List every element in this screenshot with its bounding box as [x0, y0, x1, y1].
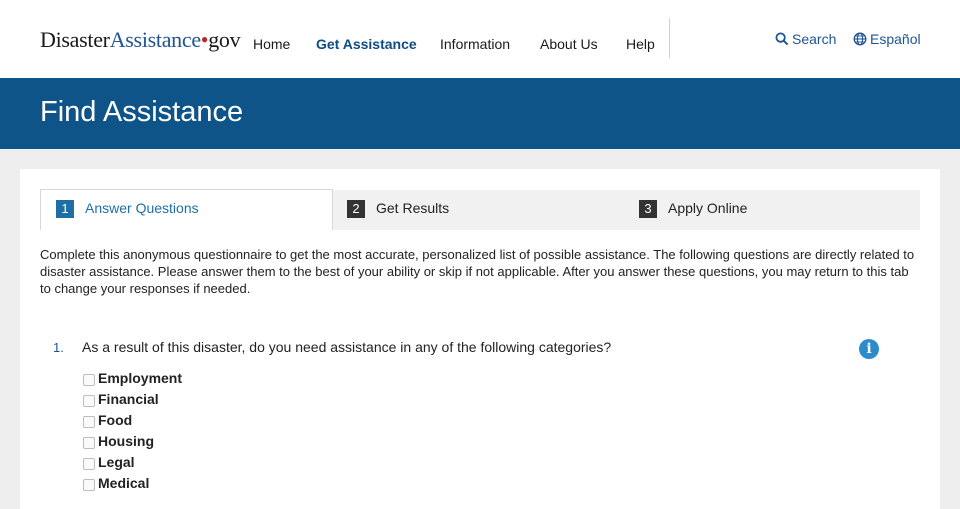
tab-number: 2 [347, 200, 365, 218]
nav-about-us[interactable]: About Us [540, 36, 598, 52]
tab-answer-questions[interactable]: 1 Answer Questions [40, 189, 333, 230]
search-label: Search [792, 31, 837, 47]
step-tabs: 1 Answer Questions 2 Get Results 3 Apply On… [40, 189, 920, 230]
checkbox[interactable] [83, 416, 95, 428]
tab-number: 3 [639, 200, 657, 218]
page-title: Find Assistance [40, 96, 244, 128]
search-link[interactable]: Search [775, 31, 836, 47]
tab-label: Get Results [376, 200, 450, 216]
site-logo[interactable]: DisasterAssistance•gov [40, 27, 241, 53]
site-header: DisasterAssistance•gov Home Get Assistan… [0, 0, 960, 78]
option-label: Employment [98, 370, 183, 386]
checkbox[interactable] [83, 479, 95, 491]
option-label: Legal [98, 454, 135, 470]
checkbox[interactable] [83, 458, 95, 470]
page-banner: Find Assistance [0, 78, 960, 149]
content-card: 1 Answer Questions 2 Get Results 3 Apply On… [20, 169, 940, 509]
globe-icon [853, 32, 867, 46]
tab-get-results[interactable]: 2 Get Results [333, 190, 626, 230]
option-label: Medical [98, 475, 150, 491]
option-label: Food [98, 412, 133, 428]
logo-text-disaster: Disaster [40, 27, 110, 52]
tab-number: 1 [56, 200, 74, 218]
option-label: Housing [98, 433, 154, 449]
logo-text-assistance: Assistance [109, 27, 201, 52]
nav-get-assistance[interactable]: Get Assistance [316, 36, 417, 52]
info-icon[interactable]: i [859, 339, 879, 359]
nav-help[interactable]: Help [626, 36, 655, 52]
nav-divider [669, 18, 670, 58]
question-number: 1. [53, 340, 64, 355]
tab-label: Apply Online [668, 200, 748, 216]
tab-apply-online[interactable]: 3 Apply Online [626, 190, 920, 230]
checkbox[interactable] [83, 437, 95, 449]
language-label: Español [870, 31, 921, 47]
nav-information[interactable]: Information [440, 36, 510, 52]
intro-text: Complete this anonymous questionnaire to… [40, 247, 915, 296]
question-text: As a result of this disaster, do you nee… [82, 339, 612, 355]
tab-label: Answer Questions [85, 200, 199, 216]
nav-home[interactable]: Home [253, 36, 290, 52]
checkbox[interactable] [83, 395, 95, 407]
logo-text-gov: gov [208, 27, 241, 52]
search-icon [775, 32, 789, 46]
checkbox[interactable] [83, 374, 95, 386]
option-label: Financial [98, 391, 159, 407]
language-link[interactable]: Español [853, 31, 921, 47]
